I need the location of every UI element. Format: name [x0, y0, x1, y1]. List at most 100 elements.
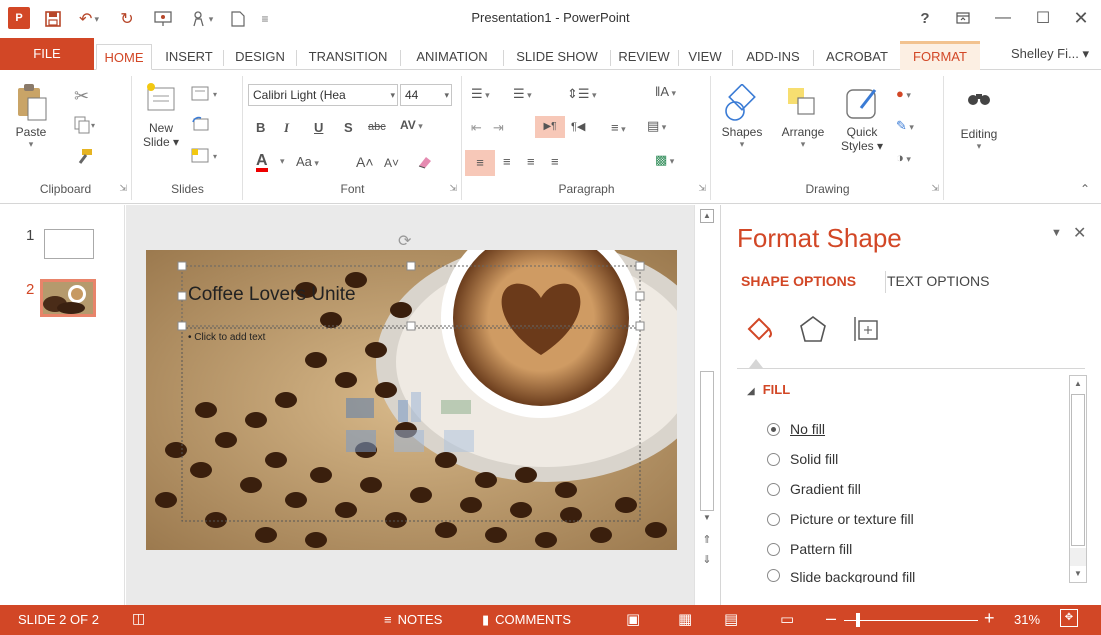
spell-check-icon[interactable]: ◫: [132, 610, 145, 627]
pane-options-icon[interactable]: ▼: [1051, 227, 1062, 239]
italic-button[interactable]: I: [284, 120, 289, 136]
collapse-ribbon-icon[interactable]: ⌃: [1080, 182, 1090, 196]
tab-home[interactable]: HOME: [96, 44, 152, 70]
slide-title-placeholder[interactable]: Coffee Lovers Unite: [188, 284, 356, 306]
user-account[interactable]: Shelley Fi... ▾: [1011, 46, 1089, 62]
tab-view[interactable]: VIEW: [680, 44, 730, 70]
solid-fill-radio[interactable]: Solid fill: [767, 451, 838, 467]
pane-close-icon[interactable]: ✕: [1073, 223, 1086, 243]
maximize-icon[interactable]: ☐: [1026, 5, 1060, 31]
pattern-fill-radio[interactable]: Pattern fill: [767, 541, 852, 557]
pane-scrollbar[interactable]: ▲ ▼: [1069, 375, 1087, 583]
tab-slide-show[interactable]: SLIDE SHOW: [506, 44, 608, 70]
pane-scroll-up-icon[interactable]: ▲: [1070, 376, 1086, 392]
next-slide-icon[interactable]: ⇓: [700, 553, 714, 566]
quick-styles-button[interactable]: Quick Styles ▾: [834, 84, 890, 153]
numbering-icon[interactable]: ☰ ▾: [513, 86, 532, 102]
slide-canvas[interactable]: Coffee Lovers Unite • Click to add text: [146, 250, 677, 550]
font-size-dropdown[interactable]: 44 ▾: [400, 84, 452, 106]
gradient-fill-radio[interactable]: Gradient fill: [767, 481, 861, 497]
fill-section-header[interactable]: ◢ FILL: [747, 382, 790, 397]
shape-outline-icon[interactable]: ✎ ▾: [896, 118, 914, 134]
comments-button[interactable]: ▮ COMMENTS: [482, 612, 571, 628]
align-right-icon[interactable]: ≡: [527, 154, 535, 169]
picture-texture-fill-radio[interactable]: Picture or texture fill: [767, 511, 914, 527]
rtl-text-direction-icon[interactable]: ¶◀: [571, 120, 585, 133]
layout-icon[interactable]: ▾: [191, 86, 223, 105]
pane-scroll-down-icon[interactable]: ▼: [1070, 566, 1086, 582]
tab-shape-options[interactable]: SHAPE OPTIONS: [741, 273, 856, 289]
zoom-slider-track[interactable]: [844, 620, 978, 621]
ltr-text-direction-icon[interactable]: ▶¶: [535, 116, 565, 138]
zoom-level[interactable]: 31%: [1014, 612, 1040, 627]
center-icon[interactable]: ≡: [503, 154, 511, 169]
copy-icon[interactable]: ▾: [74, 116, 96, 137]
normal-view-icon[interactable]: ▣: [626, 610, 640, 628]
ribbon-display-options-icon[interactable]: [946, 5, 980, 31]
size-properties-icon[interactable]: [851, 313, 883, 345]
minimize-icon[interactable]: —: [986, 5, 1020, 31]
font-name-dropdown[interactable]: Calibri Light (Hea ▾: [248, 84, 398, 106]
character-spacing-button[interactable]: AV ▾: [400, 118, 423, 132]
paste-button[interactable]: Paste ▾: [10, 82, 52, 150]
section-icon[interactable]: ▾: [191, 148, 223, 167]
customize-qat-icon[interactable]: ≡: [256, 7, 274, 31]
font-color-button[interactable]: A: [256, 153, 268, 172]
format-painter-icon[interactable]: [74, 148, 94, 169]
start-from-beginning-icon[interactable]: [148, 7, 178, 31]
increase-font-size-button[interactable]: A˄: [356, 154, 374, 170]
slide-sorter-icon[interactable]: ▦: [678, 610, 692, 628]
clipboard-launcher-icon[interactable]: ⇲: [119, 183, 127, 194]
reading-view-icon[interactable]: ▤: [724, 610, 738, 628]
shapes-button[interactable]: Shapes ▾: [714, 83, 770, 150]
zoom-slider-thumb[interactable]: [856, 613, 860, 627]
shape-fill-icon[interactable]: ● ▾: [896, 86, 911, 101]
slide-background-fill-radio[interactable]: Slide background fill: [767, 569, 915, 583]
underline-button[interactable]: U: [314, 120, 323, 135]
tab-format[interactable]: FORMAT: [900, 41, 980, 70]
font-color-dropdown-icon[interactable]: ▾: [280, 156, 285, 167]
rotate-handle-icon[interactable]: ⟳: [398, 231, 411, 251]
previous-slide-icon[interactable]: ⇑: [700, 533, 714, 546]
scroll-up-icon[interactable]: ▲: [700, 209, 714, 223]
tab-insert[interactable]: INSERT: [156, 44, 222, 70]
close-icon[interactable]: ✕: [1064, 5, 1098, 31]
new-slide-button[interactable]: New Slide ▾: [139, 82, 183, 149]
tab-acrobat[interactable]: ACROBAT: [816, 44, 898, 70]
pane-scroll-thumb[interactable]: [1071, 394, 1085, 546]
zoom-out-icon[interactable]: –: [826, 608, 836, 629]
redo-icon[interactable]: ↻: [114, 7, 140, 31]
tab-review[interactable]: REVIEW: [612, 44, 676, 70]
decrease-indent-icon[interactable]: ⇤: [471, 120, 482, 136]
tab-transition[interactable]: TRANSITION: [298, 44, 398, 70]
tab-file[interactable]: FILE: [0, 38, 94, 70]
tab-text-options[interactable]: TEXT OPTIONS: [887, 273, 989, 289]
columns-icon[interactable]: ≡ ▾: [611, 120, 626, 135]
undo-icon[interactable]: ↶ ▾: [72, 7, 106, 31]
tab-animation[interactable]: ANIMATION: [402, 44, 502, 70]
slide-show-icon[interactable]: ▭: [780, 610, 794, 628]
effects-icon[interactable]: [797, 313, 829, 345]
scroll-thumb[interactable]: [700, 371, 714, 511]
no-fill-radio[interactable]: No fill: [767, 421, 825, 437]
bullets-icon[interactable]: ☰ ▾: [471, 86, 490, 102]
fill-line-icon[interactable]: [743, 313, 775, 345]
reset-slide-icon[interactable]: [191, 116, 211, 135]
text-direction-icon[interactable]: ‖A ▾: [655, 84, 676, 99]
fit-slide-icon[interactable]: ✥: [1060, 609, 1078, 627]
align-left-icon[interactable]: ≡: [465, 150, 495, 176]
cut-icon[interactable]: ✂: [74, 86, 89, 107]
tab-add-ins[interactable]: ADD-INS: [734, 44, 812, 70]
smartart-convert-icon[interactable]: ▩ ▾: [655, 152, 674, 168]
notes-button[interactable]: ≡ NOTES: [384, 612, 442, 627]
decrease-font-size-button[interactable]: A˅: [384, 156, 399, 170]
save-icon[interactable]: [40, 7, 66, 31]
increase-indent-icon[interactable]: ⇥: [493, 120, 504, 136]
justify-icon[interactable]: ≡: [551, 154, 559, 169]
tab-design[interactable]: DESIGN: [226, 44, 294, 70]
paragraph-launcher-icon[interactable]: ⇲: [698, 183, 706, 194]
strikethrough-button[interactable]: abc: [368, 121, 386, 133]
arrange-button[interactable]: Arrange ▾: [772, 84, 834, 150]
line-spacing-icon[interactable]: ⇕☰ ▾: [567, 86, 597, 102]
new-document-icon[interactable]: [226, 7, 250, 31]
